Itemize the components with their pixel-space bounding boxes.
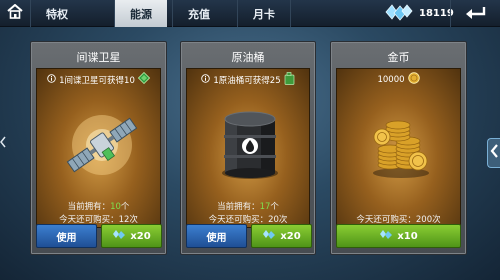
tab-spacer	[290, 0, 380, 27]
item-card-oil-barrel: 原油桶 1原油桶可获得25 当前拥有：17个 今天还可购买：20次 使用 x20	[180, 41, 316, 255]
green-gem-icon	[137, 71, 150, 87]
back-arrow-icon	[464, 4, 488, 24]
crystal-balance: 18119	[383, 3, 454, 25]
gold-coin-icon	[407, 72, 420, 87]
crystal-count: 18119	[419, 8, 454, 19]
owned-count: 17	[259, 202, 271, 212]
satellite-icon	[62, 107, 142, 186]
item-card-gold: 金币 10000 今天还可购买：200次 x10	[330, 41, 467, 255]
crystal-icon	[383, 3, 413, 25]
buy-price: x20	[280, 230, 301, 242]
scroll-left-handle[interactable]	[0, 135, 6, 149]
back-button[interactable]	[450, 0, 500, 27]
card-art-panel: 1原油桶可获得25 当前拥有：17个 今天还可购买：20次	[186, 68, 310, 228]
gold-coin-pile-icon	[370, 107, 432, 183]
card-info: 1原油桶可获得25	[187, 72, 309, 88]
crystal-icon	[112, 229, 126, 243]
card-title: 金币	[387, 51, 410, 64]
info-icon	[47, 73, 56, 86]
card-info-text: 1原油桶可获得25	[213, 76, 281, 86]
use-button[interactable]: 使用	[186, 224, 247, 248]
crystal-icon	[262, 229, 276, 243]
info-icon	[201, 74, 211, 86]
buy-button[interactable]: x10	[336, 224, 461, 248]
card-art-panel: 1间谍卫星可获得10 当前拥有：10个 今天还可购买：12次	[36, 68, 161, 228]
card-art-panel: 10000 今天还可购买：200次	[336, 68, 461, 228]
owned-count: 10	[110, 202, 121, 212]
fuel-can-icon	[284, 72, 295, 88]
card-title: 间谍卫星	[76, 51, 121, 64]
card-title: 原油桶	[231, 51, 265, 64]
buy-price: x20	[130, 230, 151, 242]
card-info-text: 1间谍卫星可获得10	[59, 75, 135, 86]
card-info: 1间谍卫星可获得10	[37, 71, 160, 87]
owned-count-line: 当前拥有：17个	[217, 202, 279, 212]
crystal-icon	[379, 229, 393, 243]
top-bar: 特权 能源 充值 月卡 18119	[0, 0, 500, 27]
tab-energy[interactable]: 能源	[114, 0, 167, 27]
tab-privilege[interactable]: 特权	[30, 0, 83, 27]
buy-price: x10	[397, 230, 418, 242]
chevron-left-icon	[0, 133, 6, 152]
buy-button[interactable]: x20	[251, 224, 312, 248]
owned-count-line: 当前拥有：10个	[67, 202, 130, 212]
card-info: 10000	[337, 72, 460, 87]
oil-barrel-icon	[219, 109, 281, 185]
scroll-right-handle[interactable]	[487, 138, 500, 168]
home-button[interactable]	[0, 0, 30, 27]
tab-monthly-card[interactable]: 月卡	[237, 0, 290, 27]
item-card-satellite: 间谍卫星 1间谍卫星可获得10 当前拥有：10个 今天还可购买：12次 使用 x…	[30, 41, 167, 255]
chevron-left-icon	[490, 143, 499, 163]
tab-recharge[interactable]: 充值	[172, 0, 225, 27]
buy-button[interactable]: x20	[101, 224, 162, 248]
card-info-text: 10000	[377, 74, 405, 85]
use-button[interactable]: 使用	[36, 224, 97, 248]
home-icon	[7, 3, 23, 23]
